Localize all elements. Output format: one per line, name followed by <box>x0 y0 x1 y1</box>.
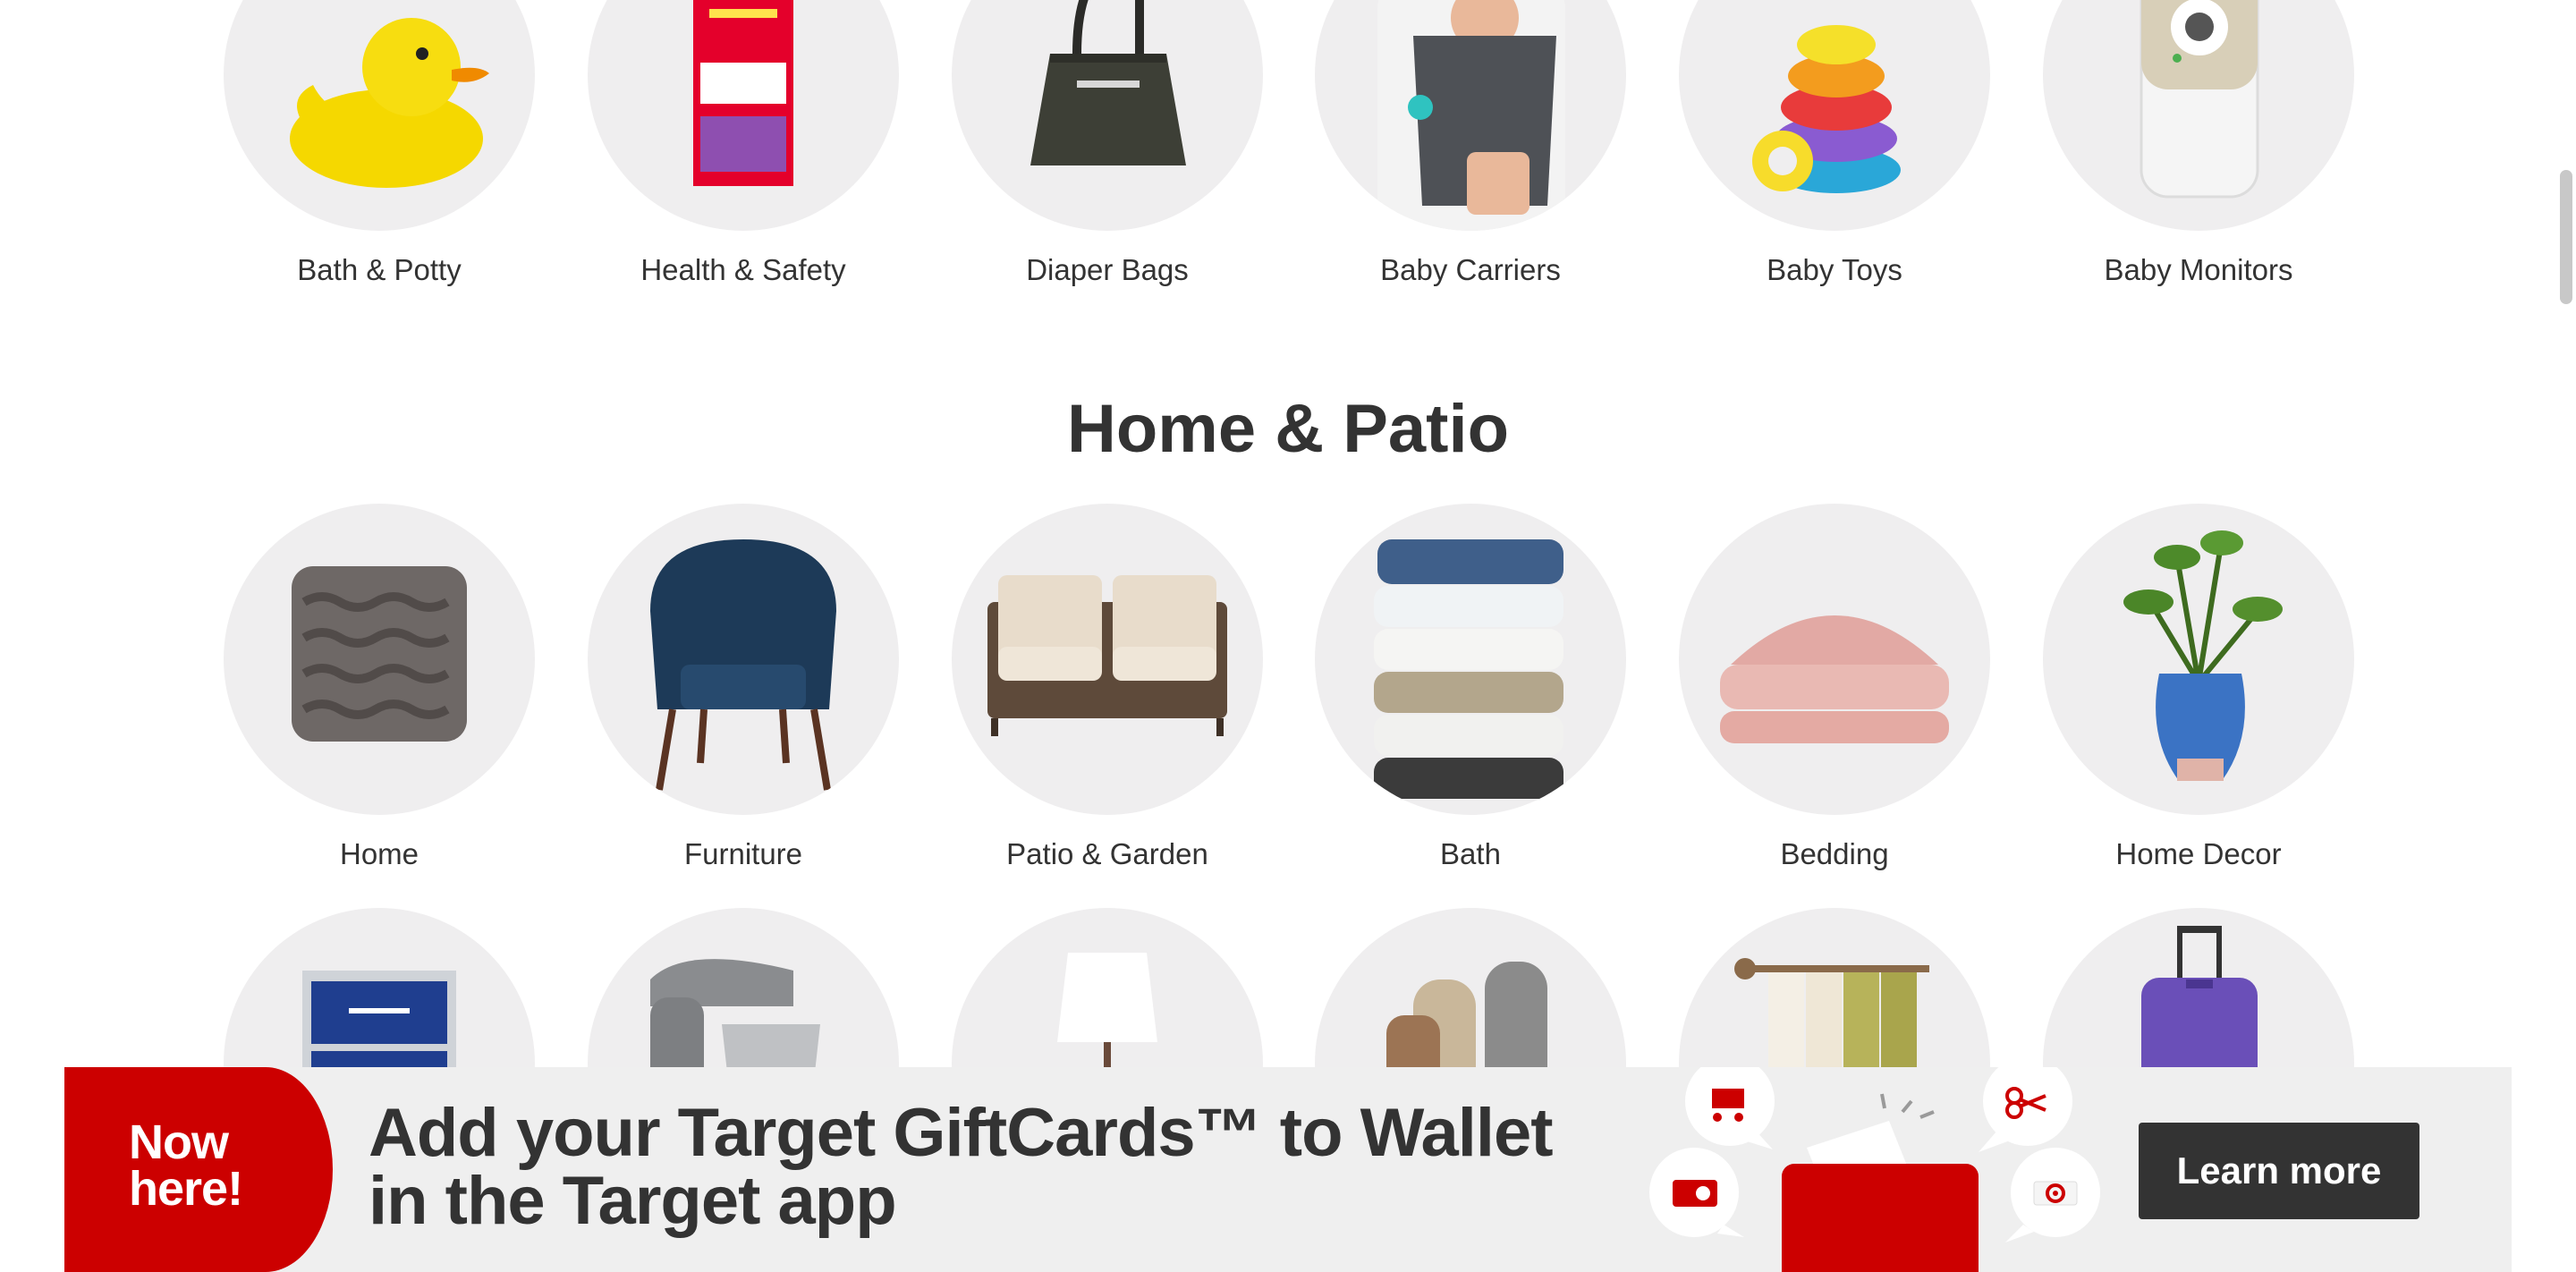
armchair-icon <box>650 539 836 791</box>
category-furniture[interactable]: Furniture <box>588 504 899 872</box>
category-image <box>952 0 1263 231</box>
category-label: Home Decor <box>2115 837 2282 870</box>
now-here-badge: Now here! <box>64 1067 333 1272</box>
badge-line-1: Now <box>129 1115 229 1169</box>
category-image <box>588 504 899 815</box>
headline-line-1: Add your Target GiftCards™ to Wallet <box>369 1095 1554 1171</box>
category-label: Health & Safety <box>640 253 846 286</box>
scissors-bubble-icon <box>1979 1067 2072 1152</box>
category-patio-garden[interactable]: Patio & Garden <box>952 504 1263 872</box>
category-label: Patio & Garden <box>1006 837 1208 870</box>
target-bubble-icon <box>2005 1148 2100 1242</box>
stacking-rings-icon <box>1752 25 1901 193</box>
category-health-safety[interactable]: Health & Safety <box>588 0 899 288</box>
category-home[interactable]: Home <box>224 504 535 872</box>
category-baby-carriers[interactable]: Baby Carriers <box>1315 0 1626 288</box>
baby-carrier-icon <box>1377 0 1565 231</box>
category-image <box>2043 0 2354 231</box>
category-label: Baby Monitors <box>2104 253 2293 286</box>
category-image <box>952 504 1263 815</box>
scrollbar-thumb[interactable] <box>2560 170 2572 304</box>
category-label: Bath & Potty <box>297 253 462 286</box>
headline-line-2: in the Target app <box>369 1163 897 1239</box>
bedding-icon <box>1720 615 1949 743</box>
category-bath[interactable]: Bath <box>1315 504 1626 872</box>
category-label: Home <box>339 837 419 870</box>
section-title-home-patio: Home & Patio <box>1066 391 1510 467</box>
category-label: Furniture <box>683 837 803 870</box>
wallet-illustration <box>1649 1067 2100 1272</box>
category-label: Diaper Bags <box>1026 253 1189 286</box>
page-scrollbar[interactable] <box>2555 0 2576 1272</box>
category-image <box>1679 0 1990 231</box>
cart-bubble-icon <box>1685 1067 1775 1149</box>
category-image <box>1315 0 1626 231</box>
medicine-box-icon <box>693 0 793 186</box>
category-bedding[interactable]: Bedding <box>1679 504 1990 872</box>
category-bath-potty[interactable]: Bath & Potty <box>224 0 535 288</box>
rubber-duck-icon <box>290 18 489 188</box>
diaper-bag-icon <box>1030 0 1186 165</box>
category-image <box>1679 504 1990 815</box>
wallet-icon <box>1782 1093 1979 1272</box>
baby-monitor-icon <box>2140 0 2259 199</box>
category-baby-monitors[interactable]: Baby Monitors <box>2043 0 2354 288</box>
category-image <box>588 0 899 231</box>
category-label: Baby Toys <box>1767 253 1902 286</box>
category-image <box>224 0 535 231</box>
category-image <box>1315 504 1626 815</box>
towel-stack-icon <box>1374 539 1563 799</box>
category-baby-toys[interactable]: Baby Toys <box>1679 0 1990 288</box>
category-label: Baby Carriers <box>1380 253 1561 286</box>
category-image <box>224 504 535 815</box>
learn-more-button[interactable]: Learn more <box>2139 1123 2419 1219</box>
category-label: Bedding <box>1780 837 1889 870</box>
badge-line-2: here! <box>129 1162 243 1216</box>
category-label: Bath <box>1440 837 1501 870</box>
category-image <box>2043 504 2354 815</box>
pillow-icon <box>292 566 467 742</box>
plant-pot-icon <box>2123 530 2283 781</box>
banner-headline: Add your Target GiftCards™ to Wallet in … <box>369 1099 1621 1235</box>
patio-loveseat-icon <box>987 575 1227 736</box>
wallet-promo-banner[interactable]: Now here! Add your Target GiftCards™ to … <box>64 1067 2512 1272</box>
giftcard-bubble-icon <box>1649 1148 1744 1237</box>
category-home-decor[interactable]: Home Decor <box>2043 504 2354 872</box>
category-diaper-bags[interactable]: Diaper Bags <box>952 0 1263 288</box>
